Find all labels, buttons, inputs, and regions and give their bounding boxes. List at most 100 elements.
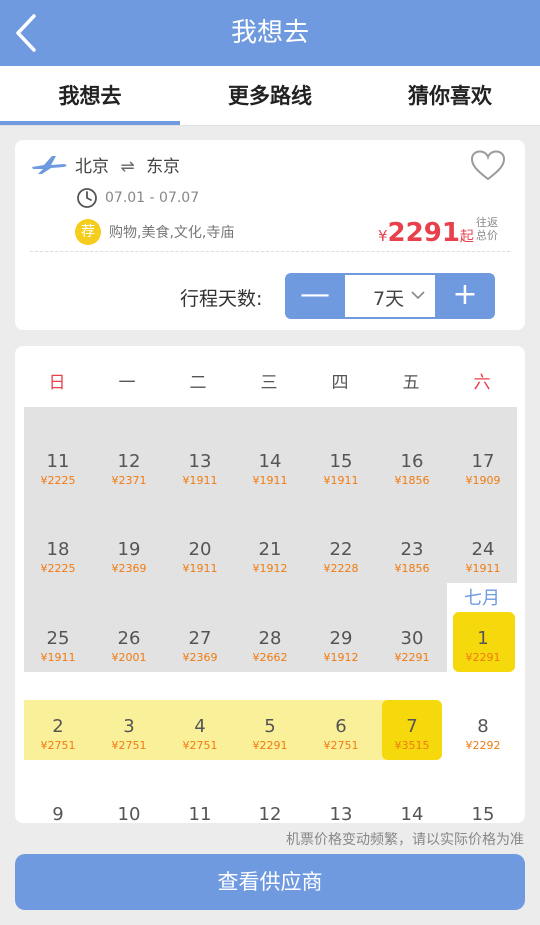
calendar-day[interactable]: 13 ¥1911 — [165, 451, 235, 489]
calendar-day[interactable]: 24 ¥1911 — [448, 539, 518, 577]
calendar-day[interactable]: 1 ¥2291 — [448, 628, 518, 666]
calendar-day[interactable]: 6 ¥2751 — [306, 716, 376, 754]
calendar-day[interactable]: 11 — [165, 804, 235, 823]
calendar-day[interactable]: 17 ¥1909 — [448, 451, 518, 489]
weekday-wed: 三 — [260, 373, 278, 393]
tab-recommended[interactable]: 猜你喜欢 — [360, 66, 540, 126]
calendar-day[interactable]: 7 ¥3515 — [377, 716, 447, 754]
divider — [30, 251, 510, 252]
heart-icon[interactable] — [470, 150, 506, 182]
calendar-day-number: 22 — [329, 539, 353, 560]
calendar-day[interactable]: 23 ¥1856 — [377, 539, 447, 577]
calendar-day-number: 25 — [46, 628, 70, 649]
tab-more-routes[interactable]: 更多路线 — [180, 66, 360, 126]
calendar-day[interactable]: 14 ¥1911 — [235, 451, 305, 489]
calendar-day[interactable]: 11 ¥2225 — [23, 451, 93, 489]
view-suppliers-button[interactable]: 查看供应商 — [15, 854, 525, 910]
calendar-day[interactable]: 15 — [448, 804, 518, 823]
price-note-total: 总价 — [476, 229, 498, 242]
calendar-day[interactable]: 20 ¥1911 — [165, 539, 235, 577]
weekday-mon: 一 — [118, 373, 136, 393]
chevron-down-icon — [411, 291, 425, 300]
month-label: 七月 — [464, 588, 500, 609]
trip-card[interactable]: 北京 ⇌ 东京 07.01 - 07.07 荐 购物,美食,文化,寺庙 ¥229… — [15, 140, 525, 330]
calendar-day-price: ¥1911 — [323, 474, 359, 487]
calendar-day-number: 14 — [400, 804, 424, 823]
top-bar: 我想去 — [0, 0, 540, 66]
calendar-day-price: ¥1856 — [394, 562, 430, 575]
calendar-day-price: ¥1909 — [465, 474, 501, 487]
calendar-day[interactable]: 12 — [235, 804, 305, 823]
calendar-day-number: 5 — [264, 716, 276, 737]
calendar-day[interactable]: 4 ¥2751 — [165, 716, 235, 754]
calendar-day[interactable]: 29 ¥1912 — [306, 628, 376, 666]
calendar-day-number: 16 — [400, 451, 424, 472]
calendar-day[interactable]: 27 ¥2369 — [165, 628, 235, 666]
calendar-day[interactable]: 28 ¥2662 — [235, 628, 305, 666]
calendar-day-number: 11 — [188, 804, 212, 823]
calendar-day-price: ¥2751 — [182, 739, 218, 752]
calendar-day-number: 24 — [471, 539, 495, 560]
calendar-day[interactable]: 2 ¥2751 — [23, 716, 93, 754]
calendar-day-price: ¥2228 — [323, 562, 359, 575]
calendar-day[interactable]: 14 — [377, 804, 447, 823]
destination-city: 东京 — [146, 157, 181, 177]
calendar-day-price: ¥1912 — [323, 651, 359, 664]
calendar-day[interactable]: 15 ¥1911 — [306, 451, 376, 489]
calendar-day[interactable]: 25 ¥1911 — [23, 628, 93, 666]
calendar-day[interactable]: 21 ¥1912 — [235, 539, 305, 577]
calendar-day-number: 2 — [52, 716, 64, 737]
calendar-day[interactable]: 5 ¥2291 — [235, 716, 305, 754]
calendar-day[interactable]: 3 ¥2751 — [94, 716, 164, 754]
weekday-thu: 四 — [331, 373, 349, 393]
calendar-day-number: 12 — [258, 804, 282, 823]
trip-tags: 购物,美食,文化,寺庙 — [109, 225, 235, 241]
tab-want-to-go[interactable]: 我想去 — [0, 66, 180, 126]
calendar-day-number: 8 — [477, 716, 489, 737]
price-suffix: 起 — [459, 229, 474, 245]
calendar-day-price: ¥2751 — [323, 739, 359, 752]
calendar-day-price: ¥2292 — [465, 739, 501, 752]
increase-days-button[interactable]: + — [435, 273, 495, 319]
airplane-icon — [32, 156, 67, 174]
calendar-day-number: 6 — [335, 716, 347, 737]
calendar-day-number: 15 — [471, 804, 495, 823]
calendar-day[interactable]: 22 ¥2228 — [306, 539, 376, 577]
calendar-day-price: ¥2371 — [111, 474, 147, 487]
calendar-day-number: 18 — [46, 539, 70, 560]
calendar-day[interactable]: 26 ¥2001 — [94, 628, 164, 666]
calendar-day-number: 23 — [400, 539, 424, 560]
route: 北京 ⇌ 东京 — [75, 152, 180, 177]
calendar-day-number: 10 — [117, 804, 141, 823]
page-title: 我想去 — [230, 18, 309, 48]
price-currency: ¥ — [378, 227, 388, 245]
calendar-day-price: ¥2369 — [111, 562, 147, 575]
calendar-day-price: ¥2751 — [40, 739, 76, 752]
calendar-day[interactable]: 9 — [23, 804, 93, 823]
calendar-day[interactable]: 18 ¥2225 — [23, 539, 93, 577]
calendar-day-price: ¥2369 — [182, 651, 218, 664]
recommend-badge: 荐 — [75, 219, 101, 245]
calendar-day-number: 12 — [117, 451, 141, 472]
decrease-days-button[interactable]: — — [285, 273, 345, 319]
duration-select[interactable]: 7天 — [345, 275, 435, 317]
origin-city: 北京 — [75, 157, 109, 177]
calendar-day-number: 19 — [117, 539, 141, 560]
calendar-day-price: ¥1911 — [182, 562, 218, 575]
calendar-day-price: ¥1856 — [394, 474, 430, 487]
calendar-day-price: ¥1911 — [465, 562, 501, 575]
calendar-day[interactable]: 16 ¥1856 — [377, 451, 447, 489]
calendar-day[interactable]: 12 ¥2371 — [94, 451, 164, 489]
calendar-day[interactable]: 30 ¥2291 — [377, 628, 447, 666]
calendar-day-price: ¥3515 — [394, 739, 430, 752]
calendar-day[interactable]: 8 ¥2292 — [448, 716, 518, 754]
tab-bar: 我想去 更多路线 猜你喜欢 — [0, 66, 540, 126]
duration-stepper: — 7天 + — [285, 273, 495, 319]
price-notice: 机票价格变动频繁，请以实际价格为准 — [286, 832, 524, 848]
calendar-day-number: 28 — [258, 628, 282, 649]
calendar-day[interactable]: 10 — [94, 804, 164, 823]
calendar-day[interactable]: 19 ¥2369 — [94, 539, 164, 577]
calendar-day-number: 3 — [123, 716, 135, 737]
calendar-day[interactable]: 13 — [306, 804, 376, 823]
calendar-day-price: ¥2225 — [40, 474, 76, 487]
